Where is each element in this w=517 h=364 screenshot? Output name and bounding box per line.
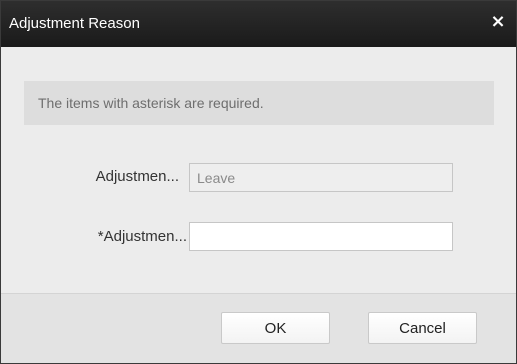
adjustment-reason-label: *Adjustmen... — [97, 228, 187, 245]
required-fields-notice: The items with asterisk are required. — [24, 81, 494, 125]
adjustment-type-field — [189, 163, 453, 192]
dialog-title: Adjustment Reason — [9, 15, 140, 32]
adjustment-reason-dialog: Adjustment Reason × The items with aster… — [0, 0, 517, 364]
dialog-titlebar: Adjustment Reason × — [1, 1, 516, 47]
close-icon[interactable]: × — [489, 13, 507, 31]
adjustment-reason-input[interactable] — [189, 222, 453, 251]
ok-button[interactable]: OK — [221, 312, 330, 344]
adjustment-type-label: Adjustmen... — [95, 168, 179, 185]
notice-text: The items with asterisk are required. — [38, 95, 264, 111]
cancel-button[interactable]: Cancel — [368, 312, 477, 344]
dialog-footer: OK Cancel — [1, 293, 516, 363]
